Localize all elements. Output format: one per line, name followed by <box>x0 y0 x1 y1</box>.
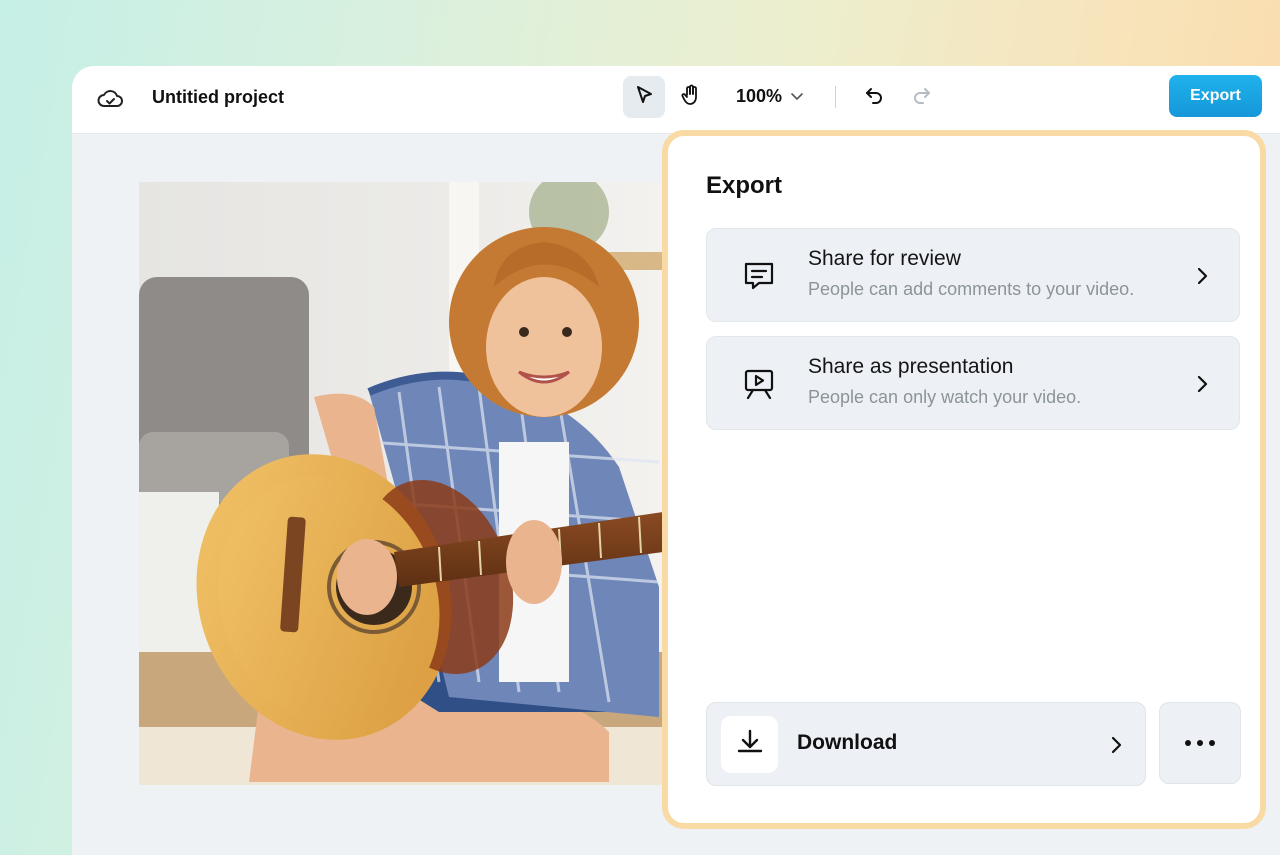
comment-icon <box>741 258 777 294</box>
presentation-icon <box>741 366 777 402</box>
undo-icon <box>863 84 885 111</box>
select-tool-button[interactable] <box>623 76 665 118</box>
hand-icon <box>679 83 703 112</box>
share-as-presentation-option[interactable]: Share as presentation People can only wa… <box>706 336 1240 430</box>
export-panel-title: Export <box>706 172 783 199</box>
top-toolbar: Untitied project 100% Export <box>72 66 1280 134</box>
option-subtitle: People can add comments to your video. <box>808 279 1135 299</box>
chevron-down-icon <box>790 86 804 107</box>
toolbar-divider <box>835 86 836 108</box>
redo-icon <box>911 84 933 111</box>
project-title[interactable]: Untitied project <box>152 87 284 108</box>
share-for-review-option[interactable]: Share for review People can add comments… <box>706 228 1240 322</box>
canvas-photo[interactable] <box>139 182 663 785</box>
undo-button[interactable] <box>853 76 895 118</box>
download-button[interactable]: Download <box>706 702 1146 786</box>
download-icon <box>735 727 765 762</box>
export-panel: Export Share for review People can add c… <box>662 130 1266 829</box>
zoom-dropdown[interactable]: 100% <box>736 86 804 107</box>
more-horizontal-icon <box>1184 734 1216 752</box>
redo-button[interactable] <box>901 76 943 118</box>
zoom-level: 100% <box>736 86 783 106</box>
export-button[interactable]: Export <box>1169 75 1262 117</box>
option-title: Share for review <box>808 247 961 270</box>
download-icon-box <box>721 716 778 773</box>
option-title: Share as presentation <box>808 355 1014 378</box>
cursor-arrow-icon <box>633 84 655 111</box>
option-subtitle: People can only watch your video. <box>808 387 1082 407</box>
chevron-right-icon <box>1109 734 1123 756</box>
chevron-right-icon <box>1195 265 1209 287</box>
cloud-sync-icon[interactable] <box>96 85 124 113</box>
more-options-button[interactable] <box>1159 702 1241 784</box>
hand-tool-button[interactable] <box>670 76 712 118</box>
chevron-right-icon <box>1195 373 1209 395</box>
download-label: Download <box>797 731 898 754</box>
